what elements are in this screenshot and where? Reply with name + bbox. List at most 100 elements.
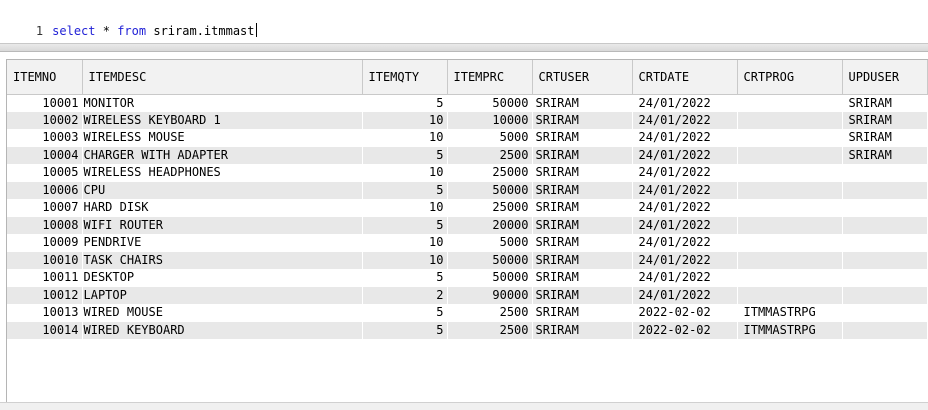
cell-crtprog[interactable]: ITMMASTRPG	[737, 304, 843, 322]
cell-upduser[interactable]: SRIRAM	[842, 111, 928, 129]
cell-upduser[interactable]	[842, 216, 928, 234]
cell-itemno[interactable]: 10006	[7, 181, 83, 199]
table-row[interactable]: 10013 WIRED MOUSE 5 2500 SRIRAM 2022-02-02 ITM…	[7, 304, 928, 322]
cell-crtdate[interactable]: 24/01/2022	[632, 129, 738, 147]
cell-crtprog[interactable]	[737, 199, 843, 217]
cell-crtprog[interactable]	[737, 216, 843, 234]
cell-itemqty[interactable]: 10	[362, 234, 448, 252]
cell-crtprog[interactable]	[737, 234, 843, 252]
cell-crtdate[interactable]: 2022-02-02	[632, 304, 738, 322]
cell-crtdate[interactable]: 24/01/2022	[632, 146, 738, 164]
cell-itemdesc[interactable]: WIRED MOUSE	[82, 304, 363, 322]
cell-itemno[interactable]: 10013	[7, 304, 83, 322]
cell-upduser[interactable]	[842, 286, 928, 304]
cell-itemqty[interactable]: 5	[362, 146, 448, 164]
cell-crtdate[interactable]: 24/01/2022	[632, 111, 738, 129]
cell-crtdate[interactable]: 24/01/2022	[632, 199, 738, 217]
cell-crtuser[interactable]: SRIRAM	[532, 129, 633, 147]
cell-crtprog[interactable]	[737, 181, 843, 199]
cell-itemprc[interactable]: 2500	[447, 304, 533, 322]
cell-itemprc[interactable]: 50000	[447, 181, 533, 199]
table-row[interactable]: 10007 HARD DISK 10 25000 SRIRAM 24/01/2022	[7, 199, 928, 217]
cell-itemdesc[interactable]: PENDRIVE	[82, 234, 363, 252]
cell-itemno[interactable]: 10001	[7, 94, 83, 112]
cell-itemprc[interactable]: 50000	[447, 269, 533, 287]
cell-itemprc[interactable]: 50000	[447, 94, 533, 112]
cell-itemdesc[interactable]: WIRED KEYBOARD	[82, 321, 363, 339]
cell-itemdesc[interactable]: WIRELESS HEADPHONES	[82, 164, 363, 182]
cell-itemprc[interactable]: 25000	[447, 164, 533, 182]
cell-itemprc[interactable]: 2500	[447, 146, 533, 164]
cell-itemqty[interactable]: 10	[362, 199, 448, 217]
cell-crtprog[interactable]	[737, 164, 843, 182]
cell-crtuser[interactable]: SRIRAM	[532, 164, 633, 182]
cell-crtdate[interactable]: 24/01/2022	[632, 216, 738, 234]
column-header-crtuser[interactable]: CRTUSER	[532, 60, 633, 95]
cell-upduser[interactable]: SRIRAM	[842, 94, 928, 112]
cell-crtuser[interactable]: SRIRAM	[532, 216, 633, 234]
cell-itemprc[interactable]: 25000	[447, 199, 533, 217]
cell-crtdate[interactable]: 24/01/2022	[632, 181, 738, 199]
cell-upduser[interactable]	[842, 251, 928, 269]
cell-crtuser[interactable]: SRIRAM	[532, 199, 633, 217]
cell-itemprc[interactable]: 10000	[447, 111, 533, 129]
cell-itemqty[interactable]: 10	[362, 251, 448, 269]
cell-itemno[interactable]: 10003	[7, 129, 83, 147]
cell-crtuser[interactable]: SRIRAM	[532, 321, 633, 339]
cell-itemdesc[interactable]: MONITOR	[82, 94, 363, 112]
cell-upduser[interactable]: SRIRAM	[842, 146, 928, 164]
cell-itemqty[interactable]: 5	[362, 94, 448, 112]
table-row[interactable]: 10009 PENDRIVE 10 5000 SRIRAM 24/01/2022	[7, 234, 928, 252]
results-grid[interactable]: ITEMNO ITEMDESC ITEMQTY ITEMPRC CRTUSER CRTDA…	[6, 59, 928, 402]
cell-upduser[interactable]	[842, 164, 928, 182]
cell-itemqty[interactable]: 5	[362, 269, 448, 287]
column-header-itemno[interactable]: ITEMNO	[7, 60, 83, 95]
cell-upduser[interactable]: SRIRAM	[842, 129, 928, 147]
cell-itemno[interactable]: 10005	[7, 164, 83, 182]
cell-crtuser[interactable]: SRIRAM	[532, 181, 633, 199]
cell-crtuser[interactable]: SRIRAM	[532, 286, 633, 304]
cell-itemdesc[interactable]: CPU	[82, 181, 363, 199]
cell-itemdesc[interactable]: WIRELESS KEYBOARD 1	[82, 111, 363, 129]
cell-crtdate[interactable]: 24/01/2022	[632, 286, 738, 304]
cell-itemqty[interactable]: 10	[362, 129, 448, 147]
table-row[interactable]: 10012 LAPTOP 2 90000 SRIRAM 24/01/2022	[7, 286, 928, 304]
cell-crtuser[interactable]: SRIRAM	[532, 304, 633, 322]
cell-itemprc[interactable]: 2500	[447, 321, 533, 339]
cell-itemqty[interactable]: 10	[362, 164, 448, 182]
cell-itemdesc[interactable]: HARD DISK	[82, 199, 363, 217]
cell-crtuser[interactable]: SRIRAM	[532, 269, 633, 287]
cell-itemno[interactable]: 10008	[7, 216, 83, 234]
column-header-itemqty[interactable]: ITEMQTY	[362, 60, 448, 95]
table-row[interactable]: 10001 MONITOR 5 50000 SRIRAM 24/01/2022 SRIRAM	[7, 94, 928, 112]
cell-itemno[interactable]: 10014	[7, 321, 83, 339]
cell-itemqty[interactable]: 5	[362, 181, 448, 199]
cell-itemqty[interactable]: 5	[362, 321, 448, 339]
cell-itemdesc[interactable]: DESKTOP	[82, 269, 363, 287]
column-header-crtdate[interactable]: CRTDATE	[632, 60, 738, 95]
cell-crtprog[interactable]: ITMMASTRPG	[737, 321, 843, 339]
table-row[interactable]: 10004 CHARGER WITH ADAPTER 5 2500 SRIRAM 24/0…	[7, 146, 928, 164]
cell-upduser[interactable]	[842, 234, 928, 252]
cell-itemprc[interactable]: 5000	[447, 234, 533, 252]
cell-crtprog[interactable]	[737, 94, 843, 112]
cell-crtprog[interactable]	[737, 286, 843, 304]
cell-itemno[interactable]: 10004	[7, 146, 83, 164]
sql-editor[interactable]: 1 select * from sriram.itmmast	[0, 0, 928, 44]
cell-crtprog[interactable]	[737, 269, 843, 287]
column-header-upduser[interactable]: UPDUSER	[842, 60, 928, 95]
column-header-itemdesc[interactable]: ITEMDESC	[82, 60, 363, 95]
table-row[interactable]: 10003 WIRELESS MOUSE 10 5000 SRIRAM 24/01/202…	[7, 129, 928, 147]
table-row[interactable]: 10008 WIFI ROUTER 5 20000 SRIRAM 24/01/2022	[7, 216, 928, 234]
cell-upduser[interactable]	[842, 304, 928, 322]
cell-itemno[interactable]: 10011	[7, 269, 83, 287]
cell-itemno[interactable]: 10002	[7, 111, 83, 129]
cell-itemdesc[interactable]: WIFI ROUTER	[82, 216, 363, 234]
cell-crtdate[interactable]: 24/01/2022	[632, 234, 738, 252]
cell-upduser[interactable]	[842, 181, 928, 199]
cell-crtprog[interactable]	[737, 129, 843, 147]
cell-itemprc[interactable]: 50000	[447, 251, 533, 269]
table-row[interactable]: 10010 TASK CHAIRS 10 50000 SRIRAM 24/01/2022	[7, 251, 928, 269]
cell-crtdate[interactable]: 2022-02-02	[632, 321, 738, 339]
cell-crtprog[interactable]	[737, 146, 843, 164]
